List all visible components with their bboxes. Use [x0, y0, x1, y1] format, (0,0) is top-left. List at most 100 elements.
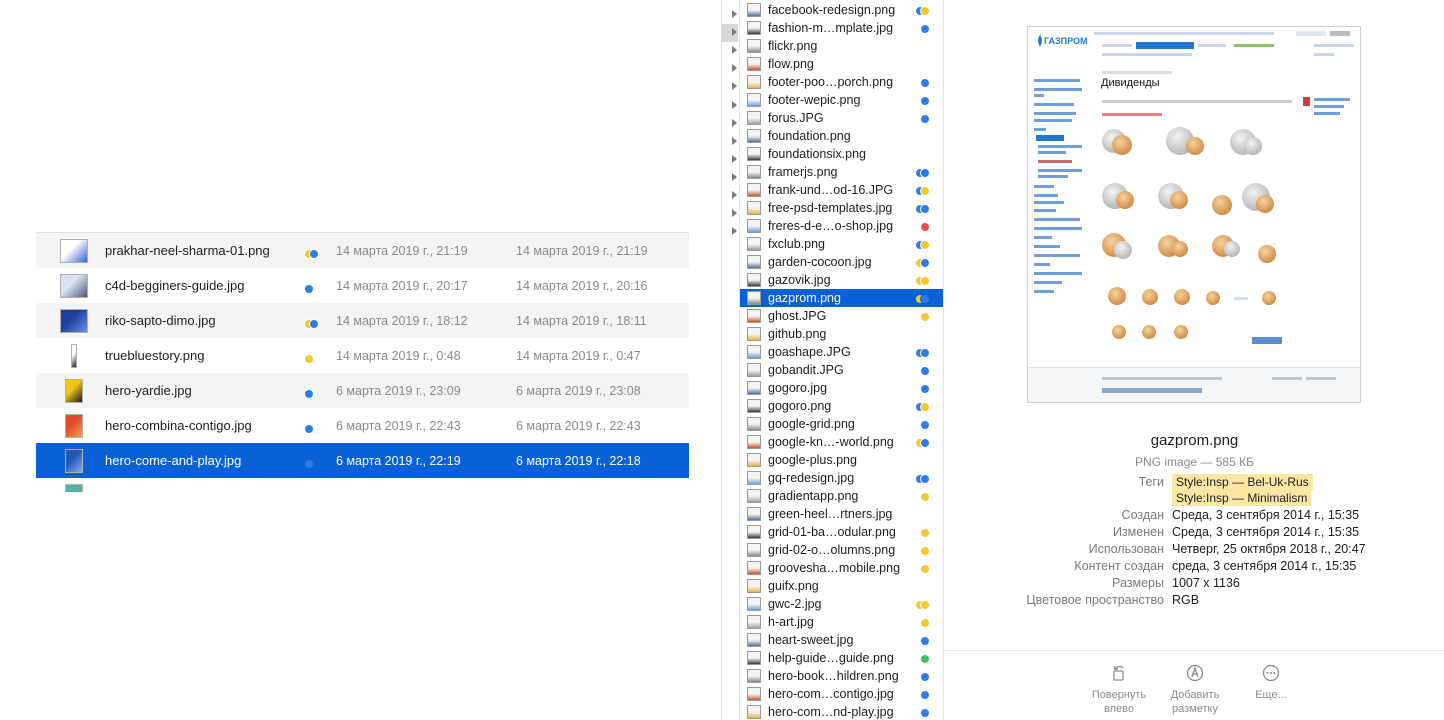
column-file-item[interactable]: free-psd-templates.jpg	[740, 199, 943, 217]
column-file-item[interactable]: fxclub.png	[740, 235, 943, 253]
file-icon	[747, 165, 761, 179]
column-file-item[interactable]: gwc-2.jpg	[740, 595, 943, 613]
disclosure-arrow-icon[interactable]	[732, 10, 737, 18]
disclosure-arrow-icon[interactable]	[732, 227, 737, 236]
file-row[interactable]: riko-sapto-dimo.jpg 14 марта 2019 г., 18:…	[36, 303, 689, 338]
disclosure-arrow-icon[interactable]	[732, 154, 737, 163]
column-file-item[interactable]: framerjs.png	[740, 163, 943, 181]
rotate-left-button[interactable]: Повернуть влево	[1079, 664, 1159, 716]
column-file-item[interactable]: ghost.JPG	[740, 307, 943, 325]
column-file-item[interactable]: fashion-m…mplate.jpg	[740, 19, 943, 37]
column-file-item[interactable]: google-grid.png	[740, 415, 943, 433]
file-date-modified: 6 марта 2019 г., 22:18	[516, 454, 641, 468]
disclosure-arrow-icon[interactable]	[732, 64, 737, 73]
column-file-item[interactable]: gq-redesign.jpg	[740, 469, 943, 487]
column-file-item[interactable]: forus.JPG	[740, 109, 943, 127]
meta-value-content-created: среда, 3 сентября 2014 г., 15:35	[1172, 559, 1357, 573]
tag-dot-yellow	[920, 276, 930, 286]
disclosure-arrow-icon[interactable]	[732, 100, 737, 109]
file-row[interactable]: hero-yardie.jpg 6 марта 2019 г., 23:09 6 м…	[36, 373, 689, 408]
tag-dot-yellow	[304, 354, 314, 364]
column-file-item[interactable]: h-art.jpg	[740, 613, 943, 631]
column-file-item[interactable]: grid-02-o…olumns.png	[740, 541, 943, 559]
disclosure-arrow-icon[interactable]	[732, 82, 737, 91]
tag-dot-blue	[309, 319, 319, 329]
file-row[interactable]: truebluestory.png 14 марта 2019 г., 0:48 1…	[36, 338, 689, 373]
column-file-item[interactable]: hero-com…contigo.jpg	[740, 685, 943, 703]
file-icon	[747, 705, 761, 719]
tag-dot-blue	[920, 474, 930, 484]
column-file-item[interactable]: gradientapp.png	[740, 487, 943, 505]
tag-dot-blue	[920, 672, 930, 682]
disclosure-arrow-icon[interactable]	[732, 46, 737, 55]
column-file-item[interactable]: gazprom.png	[740, 289, 943, 307]
column-file-item[interactable]: hero-book…hildren.png	[740, 667, 943, 685]
tag-pill[interactable]: Style:Insp — Bel-Uk-Rus	[1172, 474, 1313, 490]
column-file-item[interactable]: flickr.png	[740, 37, 943, 55]
column-file-item[interactable]: gogoro.png	[740, 397, 943, 415]
file-column[interactable]: facebook-redesign.png fashion-m…mplate.jp…	[739, 0, 944, 720]
disclosure-arrow-icon[interactable]	[732, 136, 737, 145]
file-icon	[747, 309, 761, 323]
column-file-item[interactable]: flow.png	[740, 55, 943, 73]
disclosure-arrow-icon[interactable]	[732, 28, 737, 37]
file-date-created: 6 марта 2019 г., 23:09	[336, 384, 461, 398]
disclosure-arrow-icon[interactable]	[732, 118, 737, 127]
file-icon	[747, 615, 761, 629]
tag-dot-blue	[920, 24, 930, 34]
previous-column-edge[interactable]	[722, 0, 738, 720]
markup-button[interactable]: Добавить разметку	[1155, 664, 1235, 716]
file-thumbnail	[60, 309, 88, 333]
more-button[interactable]: Еще...	[1231, 664, 1311, 702]
column-file-item[interactable]: frank-und…od-16.JPG	[740, 181, 943, 199]
file-icon	[747, 3, 761, 17]
column-file-name: fxclub.png	[768, 237, 825, 251]
tag-dots	[915, 168, 930, 178]
column-file-item[interactable]: groovesha…mobile.png	[740, 559, 943, 577]
disclosure-arrow-icon[interactable]	[732, 191, 737, 199]
column-file-item[interactable]: facebook-redesign.png	[740, 1, 943, 19]
column-file-name: free-psd-templates.jpg	[768, 201, 893, 215]
file-icon	[747, 255, 761, 269]
column-file-item[interactable]: goashape.JPG	[740, 343, 943, 361]
column-file-item[interactable]: hero-com…nd-play.jpg	[740, 703, 943, 720]
column-file-item[interactable]: foundationsix.png	[740, 145, 943, 163]
column-file-item[interactable]: foundation.png	[740, 127, 943, 145]
column-file-item[interactable]: green-heel…rtners.jpg	[740, 505, 943, 523]
tag-dot-blue	[304, 284, 314, 294]
column-file-item[interactable]: github.png	[740, 325, 943, 343]
column-file-item[interactable]: freres-d-e…o-shop.jpg	[740, 217, 943, 235]
tag-dot-blue	[920, 204, 930, 214]
column-file-item[interactable]: gobandit.JPG	[740, 361, 943, 379]
file-row[interactable]: prakhar-neel-sharma-01.png 14 марта 2019 …	[36, 233, 689, 268]
tag-dots	[920, 492, 930, 502]
file-row-partial[interactable]	[36, 478, 689, 492]
disclosure-arrow-icon[interactable]	[732, 209, 737, 218]
column-file-item[interactable]: gogoro.jpg	[740, 379, 943, 397]
column-file-item[interactable]: garden-cocoon.jpg	[740, 253, 943, 271]
column-file-item[interactable]: google-plus.png	[740, 451, 943, 469]
column-file-item[interactable]: guifx.png	[740, 577, 943, 595]
disclosure-arrow-icon[interactable]	[732, 172, 737, 181]
tag-pill[interactable]: Style:Insp — Minimalism	[1172, 490, 1312, 506]
column-file-item[interactable]: footer-wepic.png	[740, 91, 943, 109]
column-file-item[interactable]: footer-poo…porch.png	[740, 73, 943, 91]
file-row[interactable]: hero-combina-contigo.jpg 6 марта 2019 г.,…	[36, 408, 689, 443]
column-file-name: gwc-2.jpg	[768, 597, 822, 611]
file-icon	[747, 381, 761, 395]
tag-dots	[920, 366, 930, 376]
meta-label-content-created: Контент создан	[1074, 559, 1164, 573]
column-file-name: google-kn…-world.png	[768, 435, 894, 449]
tag-dot-red	[920, 222, 930, 232]
column-file-item[interactable]: help-guide…guide.png	[740, 649, 943, 667]
file-date-created: 14 марта 2019 г., 20:17	[336, 279, 468, 293]
file-row[interactable]: c4d-begginers-guide.jpg 14 марта 2019 г.,…	[36, 268, 689, 303]
column-file-item[interactable]: heart-sweet.jpg	[740, 631, 943, 649]
column-file-item[interactable]: gazovik.jpg	[740, 271, 943, 289]
file-icon	[747, 273, 761, 287]
column-file-item[interactable]: google-kn…-world.png	[740, 433, 943, 451]
column-file-item[interactable]: grid-01-ba…odular.png	[740, 523, 943, 541]
file-row[interactable]: hero-come-and-play.jpg 6 марта 2019 г., 2…	[36, 443, 689, 478]
tag-dots	[915, 600, 930, 610]
file-icon	[747, 345, 761, 359]
